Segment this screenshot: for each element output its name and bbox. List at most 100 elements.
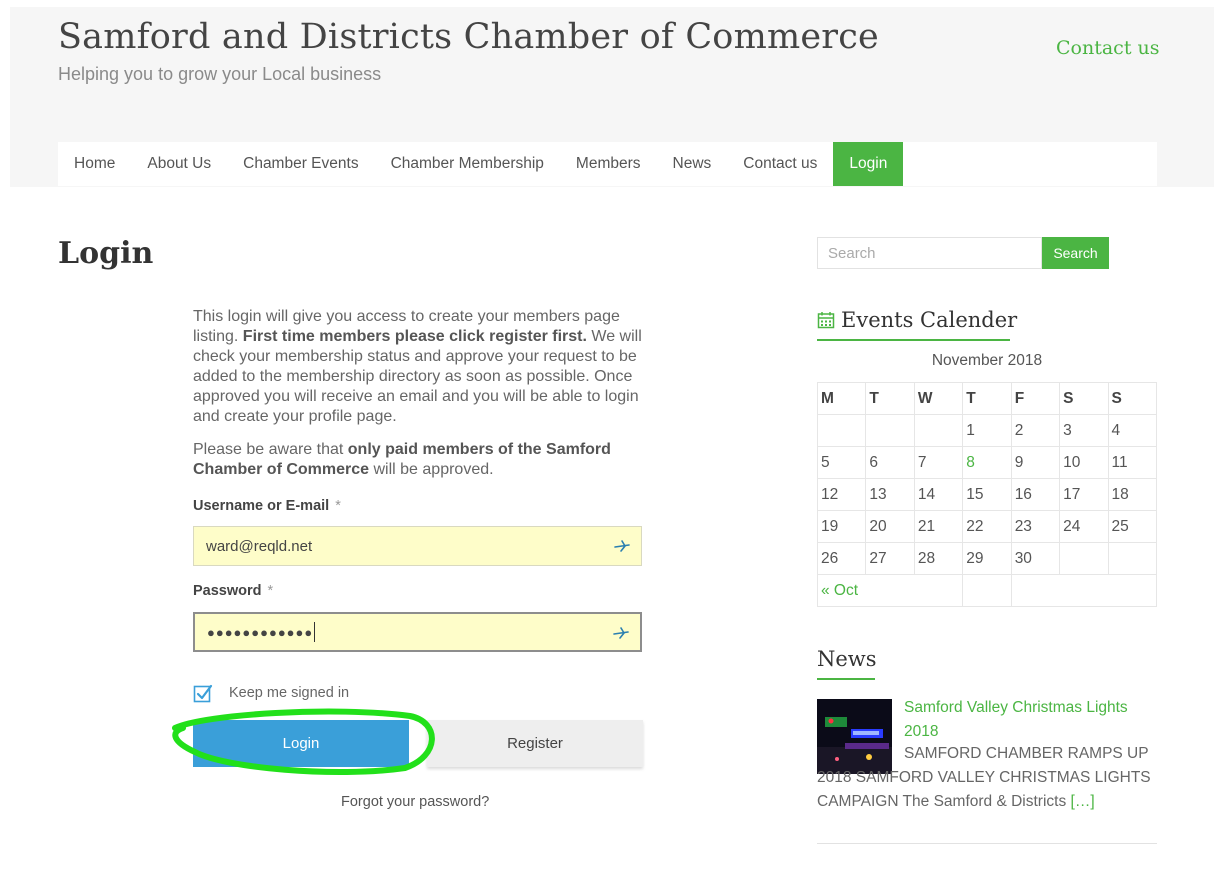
calendar-icon <box>817 312 835 329</box>
username-label-text: Username or E-mail <box>193 498 330 514</box>
calendar-day: 28 <box>913 542 964 575</box>
calendar-prev-month-link[interactable]: « Oct <box>816 574 964 607</box>
calendar-day: 29 <box>962 542 1012 575</box>
password-manager-icon[interactable] <box>613 538 631 554</box>
calendar-day: 25 <box>1107 510 1158 543</box>
calendar-day <box>913 414 964 447</box>
calendar-week-row: 5 6 7 8 9 10 11 <box>816 446 1158 479</box>
nav-item-chamber-membership[interactable]: Chamber Membership <box>375 142 560 186</box>
register-button[interactable]: Register <box>427 720 643 767</box>
calendar-day: 15 <box>962 478 1012 511</box>
calendar-day <box>1059 542 1109 575</box>
calendar-day: 4 <box>1107 414 1158 447</box>
keep-signed-in[interactable]: Keep me signed in <box>193 683 349 703</box>
weekday-header: T <box>865 382 915 415</box>
calendar-day: 14 <box>913 478 964 511</box>
keep-signed-in-label[interactable]: Keep me signed in <box>229 685 349 701</box>
page-title: Login <box>58 236 154 271</box>
checkbox-checked-icon[interactable] <box>193 683 213 703</box>
calendar-day: 10 <box>1059 446 1109 479</box>
username-label: Username or E-mail * <box>193 498 341 514</box>
calendar-nav-row: « Oct <box>816 574 1158 607</box>
calendar-week-row: 1 2 3 4 <box>816 414 1158 447</box>
weekday-header: F <box>1010 382 1061 415</box>
login-intro: This login will give you access to creat… <box>193 307 643 480</box>
username-field[interactable]: ward@reqld.net <box>193 526 642 566</box>
intro-emphasis: First time members please click register… <box>242 328 587 345</box>
calendar-day-event-link[interactable]: 8 <box>962 446 1012 479</box>
news-excerpt-text: SAMFORD CHAMBER RAMPS UP 2018 SAMFORD VA… <box>817 745 1151 810</box>
widget-title-underline <box>817 339 1010 341</box>
text-caret <box>314 622 316 642</box>
site-tagline: Helping you to grow your Local business <box>58 64 382 84</box>
calendar-day: 22 <box>962 510 1012 543</box>
password-label: Password * <box>193 583 273 599</box>
news-title: News <box>817 647 877 671</box>
calendar-next-month-cell <box>1010 574 1158 607</box>
calendar-day: 20 <box>865 510 915 543</box>
nav-item-home[interactable]: Home <box>58 142 131 186</box>
calendar-day: 13 <box>865 478 915 511</box>
password-label-text: Password <box>193 583 262 599</box>
header-contact-link[interactable]: Contact us <box>1056 37 1159 59</box>
nav-item-chamber-events[interactable]: Chamber Events <box>227 142 374 186</box>
search-input[interactable] <box>817 237 1042 269</box>
password-mask: ●●●●●●●●●●●● <box>207 624 314 640</box>
calendar-day: 23 <box>1010 510 1061 543</box>
calendar-day: 1 <box>962 414 1012 447</box>
news-heading: News <box>817 647 877 671</box>
calendar-week-row: 19 20 21 22 23 24 25 <box>816 510 1158 543</box>
calendar-day <box>1107 542 1158 575</box>
password-field[interactable]: ●●●●●●●●●●●● <box>193 612 642 652</box>
highlight-annotation <box>172 708 435 775</box>
news-divider <box>817 843 1157 844</box>
site-title[interactable]: Samford and Districts Chamber of Commerc… <box>58 17 879 57</box>
calendar-caption: November 2018 <box>931 352 1043 369</box>
weekday-header: T <box>962 382 1012 415</box>
calendar-day: 24 <box>1059 510 1109 543</box>
news-item-excerpt: SAMFORD CHAMBER RAMPS UP 2018 SAMFORD VA… <box>817 742 1162 814</box>
news-item-title-link[interactable]: Samford Valley Christmas Lights 2018 <box>904 696 1154 744</box>
calendar-day <box>816 414 867 447</box>
calendar-day: 6 <box>865 446 915 479</box>
nav-item-members[interactable]: Members <box>560 142 657 186</box>
username-value: ward@reqld.net <box>206 537 313 555</box>
calendar-table: M T W T F S S 1 2 3 4 5 6 7 8 9 10 11 12… <box>816 382 1158 607</box>
events-calendar-title: Events Calender <box>841 308 1018 332</box>
nav-item-about-us[interactable]: About Us <box>131 142 227 186</box>
calendar-day: 9 <box>1010 446 1061 479</box>
read-more-link[interactable]: […] <box>1071 793 1095 810</box>
weekday-header: S <box>1107 382 1158 415</box>
calendar-day: 7 <box>913 446 964 479</box>
calendar-day: 5 <box>816 446 867 479</box>
weekday-header: W <box>913 382 964 415</box>
calendar-day: 27 <box>865 542 915 575</box>
weekday-header: M <box>816 382 867 415</box>
calendar-pad-cell <box>962 574 1012 607</box>
search-button[interactable]: Search <box>1042 237 1109 269</box>
calendar-day: 18 <box>1107 478 1158 511</box>
password-manager-icon[interactable] <box>612 625 630 641</box>
forgot-password-link[interactable]: Forgot your password? <box>341 794 489 810</box>
required-marker: * <box>335 498 341 514</box>
calendar-day: 21 <box>913 510 964 543</box>
calendar-day: 12 <box>816 478 867 511</box>
widget-title-underline <box>817 678 875 680</box>
calendar-day: 19 <box>816 510 867 543</box>
nav-item-contact-us[interactable]: Contact us <box>727 142 833 186</box>
events-calendar-heading: Events Calender <box>817 308 1017 332</box>
calendar-day: 11 <box>1107 446 1158 479</box>
intro-text: Please be aware that <box>193 441 348 458</box>
intro-paragraph-1: This login will give you access to creat… <box>193 307 643 427</box>
main-navigation: Home About Us Chamber Events Chamber Mem… <box>58 142 1157 186</box>
calendar-day: 3 <box>1059 414 1109 447</box>
intro-text: will be approved. <box>369 461 494 478</box>
intro-paragraph-2: Please be aware that only paid members o… <box>193 440 643 480</box>
nav-item-login[interactable]: Login <box>833 142 904 186</box>
calendar-week-row: 12 13 14 15 16 17 18 <box>816 478 1158 511</box>
nav-item-news[interactable]: News <box>657 142 728 186</box>
calendar-day: 30 <box>1010 542 1061 575</box>
calendar-weekday-row: M T W T F S S <box>816 382 1158 415</box>
calendar-day: 17 <box>1059 478 1109 511</box>
required-marker: * <box>267 583 274 599</box>
